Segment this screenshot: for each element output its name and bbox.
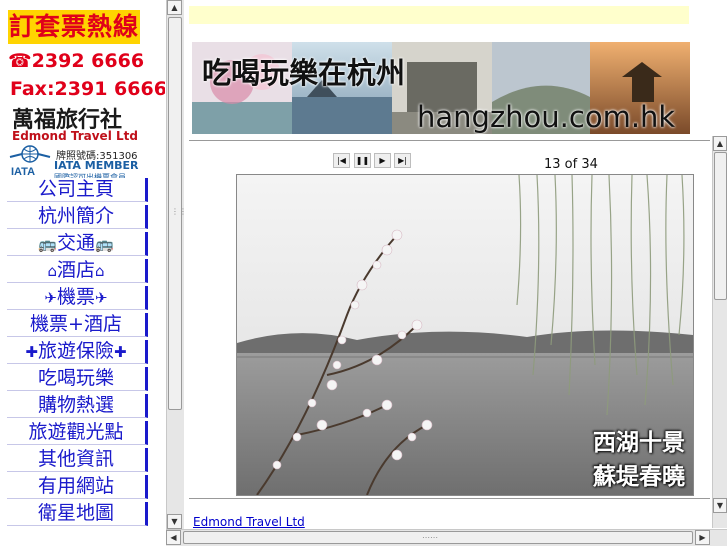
scroll-thumb[interactable] — [714, 152, 727, 300]
airplane-icon: ✈ — [44, 289, 57, 307]
license-number: 牌照號碼:351306 — [56, 151, 138, 162]
hotline-advert[interactable]: 訂套票熱線 ☎2392 6666 Fax:2391 6666 萬福旅行社 Edm… — [8, 10, 165, 182]
content-frame: 吃喝玩樂在杭州 hangzhou.com.hk |◀ ❚❚ ▶ ▶| 13 of… — [184, 0, 727, 545]
left-nav-menu: 公司主頁 杭州簡介 🚌交通🚌 ⌂酒店⌂ ✈機票✈ 機票+酒店 ✚旅遊保險✚ 吃喝… — [7, 178, 150, 529]
nav-label: 杭州簡介 — [37, 205, 114, 227]
nav-label: 旅遊保險 — [37, 340, 114, 362]
scroll-up-arrow-icon[interactable]: ▲ — [713, 136, 727, 151]
company-name-zh: 萬福旅行社 — [12, 108, 123, 133]
left-frame-scrollbar[interactable]: ▲ ⋮⋮ ▼ — [166, 0, 187, 545]
nav-item-sightseeing[interactable]: 旅遊觀光點 — [7, 421, 148, 445]
hotline-title: 訂套票熱線 — [8, 10, 143, 44]
nav-item-transport[interactable]: 🚌交通🚌 — [7, 232, 148, 256]
banner-url: hangzhou.com.hk — [417, 100, 676, 134]
nav-item-satellite-map[interactable]: 衛星地圖 — [7, 502, 148, 526]
airplane-icon: ✈ — [95, 289, 108, 307]
grip-icon: ⋯⋯ — [422, 533, 438, 542]
nav-label: 酒店 — [56, 259, 95, 281]
nav-label: 公司主頁 — [37, 178, 114, 200]
top-menu-bar — [189, 6, 689, 24]
photo-caption-line2: 蘇堤春曉 — [593, 464, 685, 490]
banner-title: 吃喝玩樂在杭州 — [202, 56, 406, 90]
nav-item-shopping[interactable]: 購物熱選 — [7, 394, 148, 418]
svg-text:IATA: IATA — [11, 166, 35, 177]
iata-member-label: IATA MEMBER — [54, 159, 139, 172]
nav-item-other-info[interactable]: 其他資訊 — [7, 448, 148, 472]
nav-item-hangzhou-intro[interactable]: 杭州簡介 — [7, 205, 148, 229]
cross-icon: ✚ — [25, 343, 38, 361]
scroll-down-arrow-icon[interactable]: ▼ — [713, 498, 727, 513]
nav-item-air-hotel[interactable]: 機票+酒店 — [7, 313, 148, 337]
nav-item-air-tickets[interactable]: ✈機票✈ — [7, 286, 148, 310]
nav-label: 交通 — [56, 232, 95, 254]
hotline-phone: ☎2392 6666 — [8, 50, 145, 72]
content-frame-scrollbar[interactable]: ▲ ▼ — [712, 136, 727, 528]
nav-label: 機票+酒店 — [30, 313, 122, 335]
scroll-right-arrow-icon[interactable]: ▶ — [695, 530, 710, 545]
nav-label: 機票 — [56, 286, 95, 308]
last-slide-icon[interactable]: ▶| — [394, 153, 411, 168]
hotel-icon: ⌂ — [47, 262, 57, 280]
horizontal-scrollbar[interactable]: ◀ ⋯⋯ ▶ — [166, 529, 727, 546]
nav-item-travel-insurance[interactable]: ✚旅遊保險✚ — [7, 340, 148, 364]
play-icon[interactable]: ▶ — [374, 153, 391, 168]
banner-image: 吃喝玩樂在杭州 hangzhou.com.hk — [192, 42, 690, 134]
scroll-thumb[interactable] — [183, 531, 693, 544]
nav-item-hotels[interactable]: ⌂酒店⌂ — [7, 259, 148, 283]
slide-counter: 13 of 34 — [544, 157, 598, 172]
slideshow-frame: |◀ ❚❚ ▶ ▶| 13 of 34 西湖十景 蘇堤春曉 — [189, 140, 710, 517]
company-link[interactable]: Edmond Travel Ltd — [193, 515, 305, 529]
scroll-left-arrow-icon[interactable]: ◀ — [166, 530, 181, 545]
cross-icon: ✚ — [114, 343, 127, 361]
hotel-icon: ⌂ — [95, 262, 105, 280]
nav-label: 購物熱選 — [37, 394, 114, 416]
iata-logo-icon: IATA — [9, 145, 51, 177]
hotline-title-text: 訂套票熱線 — [8, 10, 141, 44]
copyright-footer: Edmond Travel Ltd — [193, 515, 305, 529]
photo-caption-line1: 西湖十景 — [593, 430, 685, 456]
nav-label: 衛星地圖 — [37, 502, 114, 524]
pause-icon[interactable]: ❚❚ — [354, 153, 371, 168]
nav-label: 吃喝玩樂 — [37, 367, 114, 389]
hotline-fax: Fax:2391 6666 — [10, 78, 165, 100]
footer-divider — [189, 498, 710, 499]
scroll-down-arrow-icon[interactable]: ▼ — [167, 514, 182, 529]
bus-icon: 🚌 — [95, 235, 114, 253]
slideshow-photo[interactable]: 西湖十景 蘇堤春曉 — [236, 174, 694, 496]
nav-item-food-fun[interactable]: 吃喝玩樂 — [7, 367, 148, 391]
nav-item-home[interactable]: 公司主頁 — [7, 178, 148, 202]
nav-label: 其他資訊 — [37, 448, 114, 470]
bus-icon: 🚌 — [38, 235, 57, 253]
first-slide-icon[interactable]: |◀ — [333, 153, 350, 168]
left-frame: 訂套票熱線 ☎2392 6666 Fax:2391 6666 萬福旅行社 Edm… — [0, 0, 165, 545]
nav-item-useful-sites[interactable]: 有用網站 — [7, 475, 148, 499]
scroll-up-arrow-icon[interactable]: ▲ — [167, 0, 182, 15]
slideshow-controls: |◀ ❚❚ ▶ ▶| — [333, 153, 413, 169]
nav-label: 旅遊觀光點 — [28, 421, 124, 443]
nav-label: 有用網站 — [37, 475, 114, 497]
